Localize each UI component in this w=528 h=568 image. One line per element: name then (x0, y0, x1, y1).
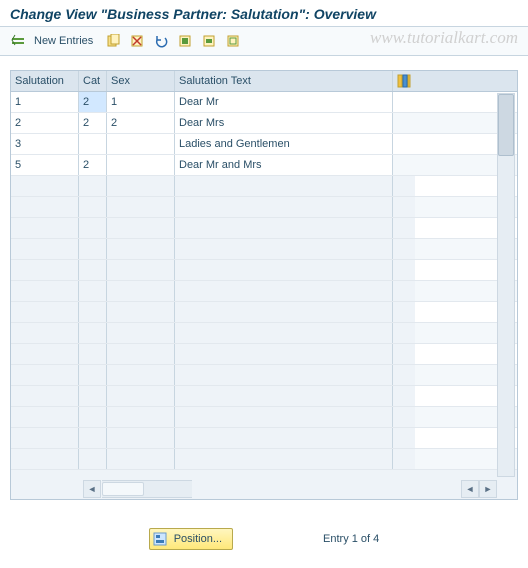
cell-text[interactable]: Dear Mr and Mrs (175, 155, 393, 175)
scroll-left-icon[interactable]: ◄ (83, 480, 101, 498)
table-row[interactable]: 1 2 1 Dear Mr (11, 92, 517, 113)
table-row-empty[interactable] (11, 449, 517, 470)
table-row[interactable]: 5 2 Dear Mr and Mrs (11, 155, 517, 176)
table-row-empty[interactable] (11, 239, 517, 260)
table-header-row: Salutation Cat Sex Salutation Text (11, 71, 517, 92)
cell-salutation[interactable]: 5 (11, 155, 79, 175)
select-all-icon[interactable] (175, 31, 195, 51)
table-row-empty[interactable] (11, 428, 517, 449)
cell-text[interactable]: Dear Mrs (175, 113, 393, 133)
toolbar: New Entries (0, 27, 528, 56)
table-body: 1 2 1 Dear Mr 2 2 2 Dear Mrs 3 Ladies an… (11, 92, 517, 470)
table-row-empty[interactable] (11, 407, 517, 428)
position-label: Position... (174, 533, 222, 545)
cell-salutation[interactable]: 1 (11, 92, 79, 112)
scroll-left2-icon[interactable]: ◄ (461, 480, 479, 498)
cell-cat[interactable]: 2 (79, 113, 107, 133)
table-row-empty[interactable] (11, 281, 517, 302)
delete-icon[interactable] (127, 31, 147, 51)
vertical-scrollbar[interactable] (497, 93, 515, 477)
table-row-empty[interactable] (11, 197, 517, 218)
toggle-view-icon[interactable] (8, 31, 28, 51)
position-button[interactable]: Position... (149, 528, 233, 550)
data-table: Salutation Cat Sex Salutation Text 1 2 1… (10, 70, 518, 500)
configure-columns-icon[interactable] (393, 71, 415, 91)
table-row-empty[interactable] (11, 344, 517, 365)
scroll-thumb[interactable] (498, 94, 514, 156)
cell-salutation[interactable]: 3 (11, 134, 79, 154)
table-row-empty[interactable] (11, 386, 517, 407)
cell-sex[interactable] (107, 134, 175, 154)
footer: Position... Entry 1 of 4 (0, 528, 528, 550)
cell-text[interactable]: Ladies and Gentlemen (175, 134, 393, 154)
col-sex[interactable]: Sex (107, 71, 175, 91)
table-row[interactable]: 2 2 2 Dear Mrs (11, 113, 517, 134)
table-row-empty[interactable] (11, 218, 517, 239)
cell-cat[interactable]: 2 (79, 155, 107, 175)
cell-sex[interactable]: 2 (107, 113, 175, 133)
col-salutation-text[interactable]: Salutation Text (175, 71, 393, 91)
cell-cat[interactable] (79, 134, 107, 154)
entry-count-text: Entry 1 of 4 (323, 533, 379, 545)
cell-text[interactable]: Dear Mr (175, 92, 393, 112)
horizontal-scrollbar: ◄ ◄ ► (13, 481, 497, 497)
position-icon (152, 531, 168, 547)
page-title: Change View "Business Partner: Salutatio… (0, 0, 528, 27)
cell-salutation[interactable]: 2 (11, 113, 79, 133)
hscroll-track[interactable] (102, 480, 192, 498)
cell-sex[interactable]: 1 (107, 92, 175, 112)
undo-icon[interactable] (151, 31, 171, 51)
cell-sex[interactable] (107, 155, 175, 175)
deselect-all-icon[interactable] (223, 31, 243, 51)
table-row-empty[interactable] (11, 260, 517, 281)
hscroll-thumb[interactable] (102, 482, 144, 496)
copy-as-icon[interactable] (103, 31, 123, 51)
table-row-empty[interactable] (11, 302, 517, 323)
new-entries-button[interactable]: New Entries (32, 35, 99, 47)
scroll-right-icon[interactable]: ► (479, 480, 497, 498)
col-salutation[interactable]: Salutation (11, 71, 79, 91)
select-block-icon[interactable] (199, 31, 219, 51)
table-row[interactable]: 3 Ladies and Gentlemen (11, 134, 517, 155)
cell-cat[interactable]: 2 (79, 92, 107, 112)
table-row-empty[interactable] (11, 323, 517, 344)
table-row-empty[interactable] (11, 365, 517, 386)
col-cat[interactable]: Cat (79, 71, 107, 91)
table-row-empty[interactable] (11, 176, 517, 197)
